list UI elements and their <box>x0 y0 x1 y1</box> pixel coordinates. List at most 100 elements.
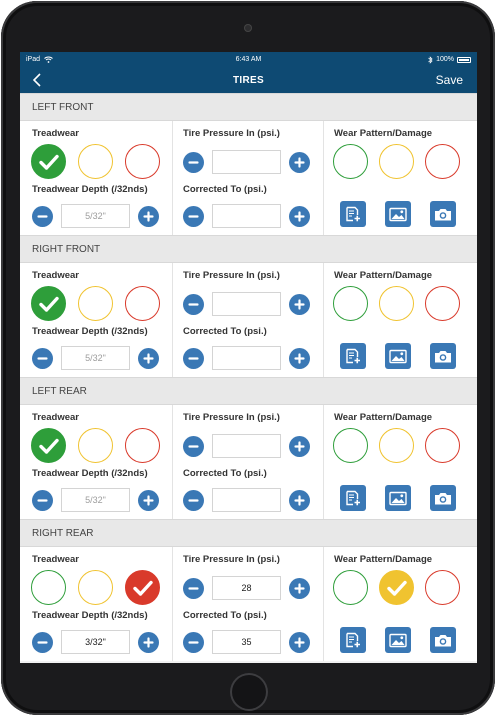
section-header: RIGHT REAR <box>20 519 477 547</box>
wear-green-option[interactable] <box>333 286 368 321</box>
tire-pressure-label: Tire Pressure In (psi.) <box>183 412 280 423</box>
treadwear-green-option[interactable] <box>31 286 66 321</box>
corrected-to-field[interactable] <box>212 488 281 512</box>
treadwear-label: Treadwear <box>32 270 79 281</box>
minus-icon <box>188 303 199 306</box>
wear-red-option[interactable] <box>425 428 460 463</box>
treadwear-yellow-option[interactable] <box>78 286 113 321</box>
tread-depth-field[interactable]: 5/32" <box>61 488 130 512</box>
tread-depth-increment-button[interactable] <box>138 206 159 227</box>
corrected-to-increment-button[interactable] <box>289 348 310 369</box>
minus-icon <box>188 161 199 164</box>
treadwear-green-option[interactable] <box>31 144 66 179</box>
tread-depth-decrement-button[interactable] <box>32 632 53 653</box>
tread-depth-decrement-button[interactable] <box>32 206 53 227</box>
plus-icon <box>294 299 305 310</box>
tread-depth-decrement-button[interactable] <box>32 348 53 369</box>
wear-green-option[interactable] <box>333 428 368 463</box>
add-note-button[interactable] <box>340 343 366 369</box>
treadwear-yellow-option[interactable] <box>78 428 113 463</box>
treadwear-column: Treadwear Treadwear Depth (/32nds) 5/32" <box>20 263 173 377</box>
wear-pattern-column: Wear Pattern/Damage <box>324 405 477 519</box>
home-button[interactable] <box>230 673 268 711</box>
corrected-to-decrement-button[interactable] <box>183 632 204 653</box>
pressure-column: Tire Pressure In (psi.) 28 Corrected To (p… <box>173 547 324 661</box>
pressure-in-increment-button[interactable] <box>289 436 310 457</box>
pressure-in-decrement-button[interactable] <box>183 436 204 457</box>
minus-icon <box>37 215 48 218</box>
pressure-in-decrement-button[interactable] <box>183 152 204 173</box>
pressure-in-field[interactable] <box>212 150 281 174</box>
treadwear-green-option[interactable] <box>31 570 66 605</box>
treadwear-depth-label: Treadwear Depth (/32nds) <box>32 610 148 621</box>
treadwear-green-option[interactable] <box>31 428 66 463</box>
corrected-to-field[interactable]: 35 <box>212 630 281 654</box>
tire-pressure-label: Tire Pressure In (psi.) <box>183 270 280 281</box>
corrected-to-increment-button[interactable] <box>289 632 310 653</box>
back-button[interactable] <box>28 71 46 89</box>
add-note-button[interactable] <box>340 201 366 227</box>
image-button[interactable] <box>385 201 411 227</box>
treadwear-label: Treadwear <box>32 128 79 139</box>
pressure-in-increment-button[interactable] <box>289 578 310 599</box>
wear-green-option[interactable] <box>333 570 368 605</box>
tread-depth-increment-button[interactable] <box>138 490 159 511</box>
image-button[interactable] <box>385 485 411 511</box>
save-button[interactable]: Save <box>436 73 463 87</box>
treadwear-column: Treadwear Treadwear Depth (/32nds) 5/32" <box>20 121 173 235</box>
pressure-in-increment-button[interactable] <box>289 152 310 173</box>
pressure-in-field[interactable] <box>212 292 281 316</box>
tread-depth-field[interactable]: 5/32" <box>61 346 130 370</box>
wear-red-option[interactable] <box>425 570 460 605</box>
checkmark-icon <box>38 438 59 454</box>
corrected-to-decrement-button[interactable] <box>183 348 204 369</box>
treadwear-yellow-option[interactable] <box>78 570 113 605</box>
treadwear-red-option[interactable] <box>125 428 160 463</box>
pressure-in-decrement-button[interactable] <box>183 294 204 315</box>
wear-red-option[interactable] <box>425 144 460 179</box>
tread-depth-decrement-button[interactable] <box>32 490 53 511</box>
camera-button[interactable] <box>430 343 456 369</box>
battery-icon <box>457 56 471 63</box>
corrected-to-increment-button[interactable] <box>289 490 310 511</box>
checkmark-icon <box>38 296 59 312</box>
wear-yellow-option[interactable] <box>379 286 414 321</box>
wear-pattern-column: Wear Pattern/Damage <box>324 263 477 377</box>
corrected-to-decrement-button[interactable] <box>183 206 204 227</box>
image-button[interactable] <box>385 343 411 369</box>
treadwear-red-option[interactable] <box>125 286 160 321</box>
tread-depth-field[interactable]: 3/32" <box>61 630 130 654</box>
add-note-button[interactable] <box>340 627 366 653</box>
treadwear-red-option[interactable] <box>125 570 160 605</box>
section-header: LEFT REAR <box>20 377 477 405</box>
minus-icon <box>37 499 48 502</box>
camera-icon <box>435 634 451 646</box>
treadwear-yellow-option[interactable] <box>78 144 113 179</box>
pressure-in-field[interactable] <box>212 434 281 458</box>
camera-button[interactable] <box>430 485 456 511</box>
pressure-in-field[interactable]: 28 <box>212 576 281 600</box>
image-button[interactable] <box>385 627 411 653</box>
treadwear-red-option[interactable] <box>125 144 160 179</box>
corrected-to-decrement-button[interactable] <box>183 490 204 511</box>
tread-depth-increment-button[interactable] <box>138 632 159 653</box>
checkmark-icon <box>132 580 153 596</box>
minus-icon <box>188 587 199 590</box>
corrected-to-increment-button[interactable] <box>289 206 310 227</box>
tread-depth-increment-button[interactable] <box>138 348 159 369</box>
page-title: TIRES <box>233 74 264 86</box>
wear-yellow-option[interactable] <box>379 428 414 463</box>
pressure-in-decrement-button[interactable] <box>183 578 204 599</box>
camera-button[interactable] <box>430 627 456 653</box>
pressure-in-increment-button[interactable] <box>289 294 310 315</box>
wear-yellow-option[interactable] <box>379 144 414 179</box>
add-note-button[interactable] <box>340 485 366 511</box>
wear-green-option[interactable] <box>333 144 368 179</box>
corrected-to-field[interactable] <box>212 204 281 228</box>
camera-button[interactable] <box>430 201 456 227</box>
front-camera <box>244 24 252 32</box>
tread-depth-field[interactable]: 5/32" <box>61 204 130 228</box>
wear-yellow-option[interactable] <box>379 570 414 605</box>
corrected-to-field[interactable] <box>212 346 281 370</box>
wear-red-option[interactable] <box>425 286 460 321</box>
